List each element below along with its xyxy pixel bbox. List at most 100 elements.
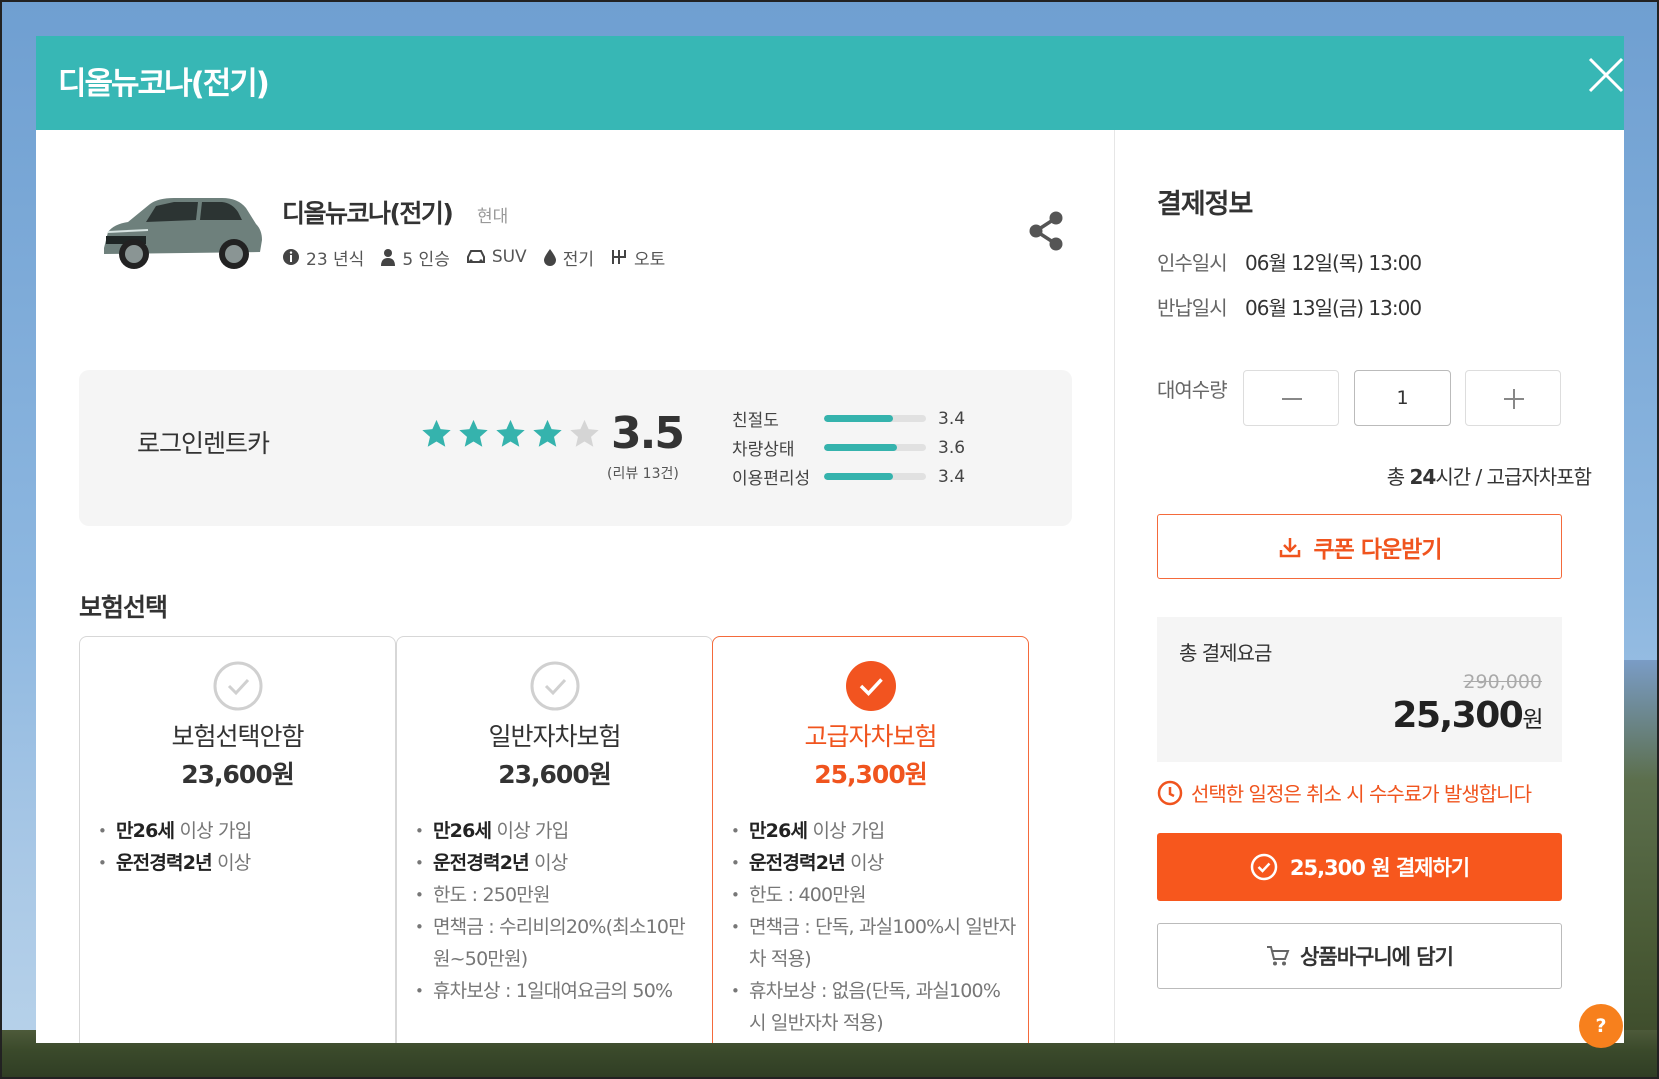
- term-text: 한도 : 400만원: [749, 884, 866, 906]
- rating-score: 3.5: [611, 408, 685, 459]
- summary-suffix: 시간 / 고급자차포함: [1435, 465, 1592, 489]
- total-label: 총 결제요금: [1179, 641, 1272, 665]
- return-value: 06월 13일(금) 13:00: [1245, 296, 1422, 320]
- term-bold: 운전경력2년: [433, 852, 530, 874]
- info-icon: [283, 249, 299, 265]
- check-circle-icon: [530, 661, 580, 711]
- summary-hours: 24: [1409, 465, 1437, 489]
- spec-type-label: SUV: [491, 247, 527, 267]
- modal-header: 디올뉴코나(전기): [36, 36, 1624, 130]
- drop-icon: [543, 249, 556, 266]
- final-price-value: 25,300: [1392, 695, 1523, 736]
- help-button[interactable]: ?: [1579, 1004, 1623, 1048]
- insurance-term: 운전경력2년 이상: [98, 847, 383, 879]
- minus-icon: [1282, 398, 1302, 400]
- insurance-option-premium[interactable]: 고급자차보험 25,300원 만26세 이상 가입 운전경력2년 이상 한도 :…: [712, 636, 1029, 1043]
- close-button[interactable]: [1584, 53, 1624, 97]
- spec-seats: 5 인승: [380, 245, 450, 270]
- insurance-price: 25,300원: [814, 760, 927, 789]
- rental-company-name: 로그인렌트카: [137, 429, 270, 458]
- spec-year: 23 년식: [282, 245, 364, 270]
- sub-rating-list: 친절도 3.4 차량상태 3.6 이용편리성 3.4: [732, 404, 965, 491]
- insurance-term: 운전경력2년 이상: [731, 847, 1016, 879]
- pickup-value: 06월 12일(목) 13:00: [1245, 251, 1422, 275]
- gear-shift-icon: [611, 250, 626, 264]
- insurance-option-none[interactable]: 보험선택안함 23,600원 만26세 이상 가입 운전경력2년 이상: [79, 636, 396, 1043]
- close-icon: [1588, 57, 1624, 93]
- pickup-row: 인수일시 06월 12일(목) 13:00: [1157, 247, 1422, 276]
- term-bold: 운전경력2년: [116, 852, 213, 874]
- star-rating: [419, 417, 604, 451]
- sub-rating-label: 차량상태: [732, 440, 795, 460]
- insurance-price: 23,600원: [181, 760, 294, 789]
- term-bold: 만26세: [433, 820, 492, 842]
- rental-car-modal: 디올뉴코나(전기) 디올뉴코나(전기) 현대 23 년식 5 인승 SUV 전기…: [36, 36, 1624, 1043]
- term-text: 휴차보상 : 없음(단독, 과실100%시 일반자차 적용): [749, 980, 1001, 1034]
- sub-rating-bar: [824, 473, 926, 480]
- insurance-term: 휴차보상 : 없음(단독, 과실100%시 일반자차 적용): [731, 975, 1016, 1039]
- insurance-terms: 만26세 이상 가입 운전경력2년 이상: [98, 815, 383, 879]
- coupon-download-button[interactable]: 쿠폰 다운받기: [1157, 514, 1562, 579]
- spec-type: SUV: [466, 247, 527, 267]
- person-icon: [381, 249, 396, 266]
- term-text: 이상 가입: [174, 820, 252, 842]
- sub-rating-bar: [824, 444, 926, 451]
- clock-icon: [1157, 780, 1183, 805]
- review-count: (리뷰 13건): [607, 466, 679, 482]
- star-empty-icon: [570, 419, 599, 447]
- spec-fuel-label: 전기: [562, 249, 594, 270]
- check-circle-icon: [213, 661, 263, 711]
- return-label: 반납일시: [1157, 296, 1228, 320]
- add-to-cart-button[interactable]: 상품바구니에 담기: [1157, 923, 1562, 989]
- sub-rating-row: 차량상태 3.6: [732, 433, 965, 462]
- term-bold: 만26세: [116, 820, 175, 842]
- sub-rating-label: 이용편리성: [732, 469, 811, 489]
- term-text: 면책금 : 수리비의20%(최소10만원~50만원): [433, 916, 686, 970]
- term-text: 면책금 : 단독, 과실100%시 일반자차 적용): [749, 916, 1016, 970]
- car-suv-icon: [104, 198, 262, 269]
- insurance-term: 운전경력2년 이상: [415, 847, 700, 879]
- sub-rating-label: 친절도: [732, 411, 779, 431]
- spec-transmission: 오토: [610, 245, 665, 270]
- payment-title: 결제정보: [1157, 189, 1253, 220]
- spec-fuel: 전기: [543, 245, 594, 270]
- share-button[interactable]: [1026, 210, 1066, 252]
- sub-rating-value: 3.4: [938, 466, 966, 487]
- insurance-option-basic[interactable]: 일반자차보험 23,600원 만26세 이상 가입 운전경력2년 이상 한도 :…: [396, 636, 713, 1043]
- quantity-increase-button[interactable]: [1465, 370, 1561, 426]
- sub-rating-bar-fill: [824, 415, 894, 422]
- car-detail-pane: 디올뉴코나(전기) 현대 23 년식 5 인승 SUV 전기 오토 로그인렌트카…: [36, 130, 1114, 1043]
- pay-button[interactable]: 25,300 원 결제하기: [1157, 833, 1562, 901]
- rating-panel: 로그인렌트카 3.5 (리뷰 13건) 친절도 3.4 차량상태 3.6 이용편…: [79, 370, 1072, 526]
- modal-title: 디올뉴코나(전기): [58, 66, 270, 102]
- check-circle-filled-icon: [846, 661, 896, 711]
- quantity-input[interactable]: [1354, 370, 1451, 426]
- term-text: 이상: [844, 852, 884, 874]
- car-spec-list: 23 년식 5 인승 SUV 전기 오토: [282, 245, 681, 270]
- insurance-term: 한도 : 250만원: [415, 879, 700, 911]
- original-price: 290,000: [1463, 671, 1542, 693]
- quantity-decrease-button[interactable]: [1243, 370, 1339, 426]
- download-icon: [1279, 537, 1300, 557]
- return-row: 반납일시 06월 13일(금) 13:00: [1157, 292, 1422, 321]
- coupon-label: 쿠폰 다운받기: [1313, 536, 1443, 563]
- star-filled-icon: [422, 419, 451, 447]
- sub-rating-value: 3.6: [938, 437, 966, 458]
- final-price: 25,300원: [1392, 695, 1543, 736]
- car-icon: [466, 250, 485, 263]
- spec-seats-label: 5 인승: [402, 249, 450, 270]
- term-text: 이상: [211, 852, 251, 874]
- insurance-term: 면책금 : 수리비의20%(최소10만원~50만원): [415, 911, 700, 975]
- term-bold: 운전경력2년: [749, 852, 846, 874]
- cancellation-text: 선택한 일정은 취소 시 수수료가 발생합니다: [1191, 782, 1532, 806]
- star-filled-icon: [459, 419, 488, 447]
- total-price-box: 총 결제요금 290,000 25,300원: [1157, 617, 1562, 762]
- term-text: 이상 가입: [491, 820, 569, 842]
- cancellation-notice: 선택한 일정은 취소 시 수수료가 발생합니다: [1157, 778, 1532, 807]
- sub-rating-row: 이용편리성 3.4: [732, 462, 965, 491]
- insurance-term: 만26세 이상 가입: [98, 815, 383, 847]
- insurance-term: 면책금 : 단독, 과실100%시 일반자차 적용): [731, 911, 1016, 975]
- check-circle-icon: [1250, 853, 1278, 881]
- term-text: 휴차보상 : 1일대여요금의 50%: [433, 980, 673, 1002]
- cart-label: 상품바구니에 담기: [1300, 945, 1454, 969]
